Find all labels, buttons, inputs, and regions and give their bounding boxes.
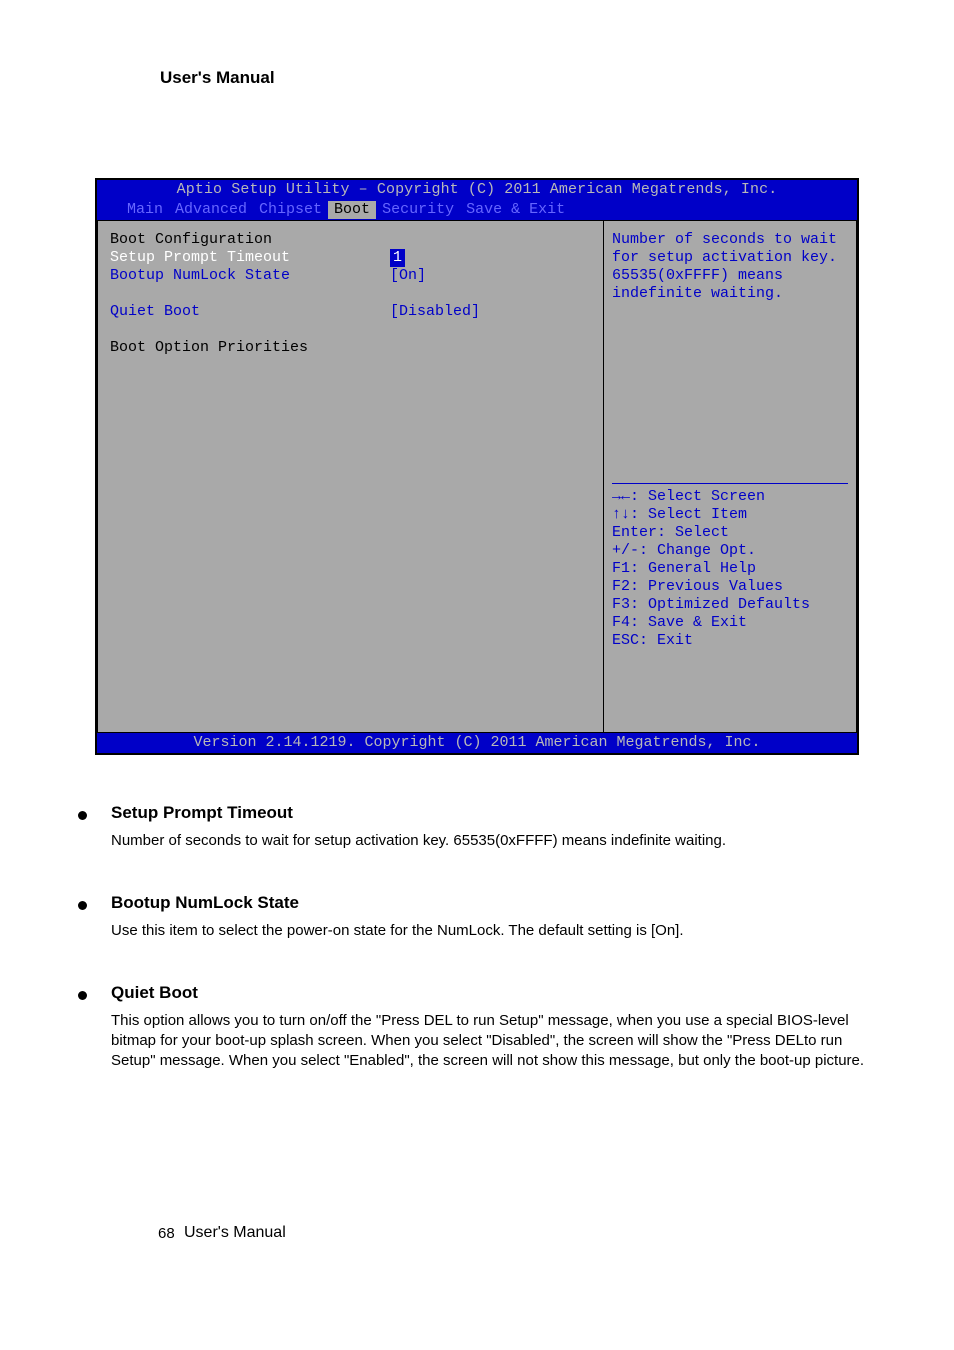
page-footer: User's Manual bbox=[184, 1224, 286, 1242]
legend-f1: F1: General Help bbox=[612, 560, 848, 578]
legend-f2: F2: Previous Values bbox=[612, 578, 848, 596]
bullet-body: Number of seconds to wait for setup acti… bbox=[111, 831, 876, 851]
legend-change: +/-: Change Opt. bbox=[612, 542, 848, 560]
page-number: 68 bbox=[158, 1225, 175, 1242]
bios-screenshot: Aptio Setup Utility – Copyright (C) 2011… bbox=[95, 178, 859, 755]
notes-section: Setup Prompt Timeout Number of seconds t… bbox=[78, 803, 876, 1097]
bullet-title: Bootup NumLock State bbox=[111, 893, 876, 913]
menu-save-exit[interactable]: Save & Exit bbox=[460, 201, 571, 219]
bios-help-text: Number of seconds to wait for setup acti… bbox=[612, 231, 848, 303]
legend-f4: F4: Save & Exit bbox=[612, 614, 848, 632]
setup-prompt-label[interactable]: Setup Prompt Timeout bbox=[110, 249, 390, 267]
menu-main[interactable]: Main bbox=[121, 201, 169, 219]
legend-f3: F3: Optimized Defaults bbox=[612, 596, 848, 614]
legend-enter: Enter: Select bbox=[612, 524, 848, 542]
bullet-body: Use this item to select the power-on sta… bbox=[111, 921, 876, 941]
bios-right-panel: Number of seconds to wait for setup acti… bbox=[604, 221, 856, 732]
legend-select-screen: →←: Select Screen bbox=[612, 488, 848, 506]
bios-body: Boot Configuration Setup Prompt Timeout … bbox=[97, 220, 857, 733]
bullet-title: Quiet Boot bbox=[111, 983, 876, 1003]
boot-config-header: Boot Configuration bbox=[110, 231, 390, 249]
setup-prompt-value[interactable]: 1 bbox=[390, 249, 405, 267]
bullet-icon bbox=[78, 811, 87, 820]
bullet-icon bbox=[78, 901, 87, 910]
bios-legend: →←: Select Screen ↑↓: Select Item Enter:… bbox=[612, 488, 848, 650]
menu-advanced[interactable]: Advanced bbox=[169, 201, 253, 219]
menu-security[interactable]: Security bbox=[376, 201, 460, 219]
bullet-title: Setup Prompt Timeout bbox=[111, 803, 876, 823]
quiet-boot-label[interactable]: Quiet Boot bbox=[110, 303, 390, 321]
numlock-label[interactable]: Bootup NumLock State bbox=[110, 267, 390, 285]
legend-select-item: ↑↓: Select Item bbox=[612, 506, 848, 524]
bullet-icon bbox=[78, 991, 87, 1000]
bullet-numlock: Bootup NumLock State Use this item to se… bbox=[78, 893, 876, 967]
bullet-setup-prompt: Setup Prompt Timeout Number of seconds t… bbox=[78, 803, 876, 877]
menu-chipset[interactable]: Chipset bbox=[253, 201, 328, 219]
quiet-boot-value[interactable]: [Disabled] bbox=[390, 303, 480, 321]
bullet-quiet-boot: Quiet Boot This option allows you to tur… bbox=[78, 983, 876, 1097]
bullet-body: This option allows you to turn on/off th… bbox=[111, 1011, 876, 1071]
numlock-value[interactable]: [On] bbox=[390, 267, 426, 285]
bios-title: Aptio Setup Utility – Copyright (C) 2011… bbox=[97, 180, 857, 200]
bios-left-panel: Boot Configuration Setup Prompt Timeout … bbox=[98, 221, 604, 732]
bios-menubar: Main Advanced Chipset Boot Security Save… bbox=[97, 200, 857, 220]
legend-esc: ESC: Exit bbox=[612, 632, 848, 650]
page-header: User's Manual bbox=[160, 68, 876, 88]
legend-separator bbox=[612, 483, 848, 484]
menu-boot[interactable]: Boot bbox=[328, 201, 376, 219]
bios-footer: Version 2.14.1219. Copyright (C) 2011 Am… bbox=[97, 733, 857, 753]
boot-priorities-header: Boot Option Priorities bbox=[110, 339, 390, 357]
